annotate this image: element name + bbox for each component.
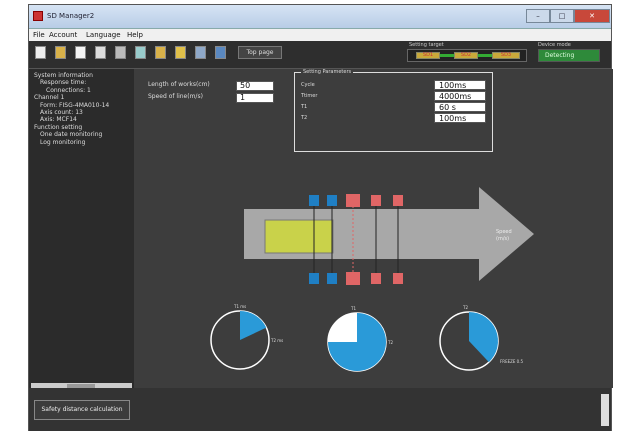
monitor-icon[interactable] xyxy=(135,46,146,59)
bookmark-icon[interactable] xyxy=(175,46,186,59)
pie-slice xyxy=(469,312,498,363)
tree-item[interactable]: System information xyxy=(34,72,93,79)
device-mode-indicator: Detecting xyxy=(538,49,600,62)
menu-language[interactable]: Language xyxy=(86,31,121,39)
right-scrollbar[interactable] xyxy=(601,394,609,426)
pie-label-top: T1 ms xyxy=(233,304,246,309)
level-divider xyxy=(478,54,492,57)
sensor-blue-top[interactable] xyxy=(327,195,337,206)
top-page-button[interactable]: Top page xyxy=(238,46,282,59)
grid-icon[interactable] xyxy=(115,46,126,59)
close-button[interactable]: ✕ xyxy=(574,9,610,23)
pie-slice xyxy=(240,311,267,340)
tree-item[interactable]: Axis: MCF14 xyxy=(40,116,77,123)
tree-item[interactable]: Axis count: 13 xyxy=(40,109,83,116)
menu-account[interactable]: Account xyxy=(49,31,77,39)
arrow-label-2: (m/s) xyxy=(496,236,509,242)
pie-chart-2: T1 T2 xyxy=(327,306,393,372)
pie-label-right: T2 xyxy=(387,340,393,345)
save-icon[interactable] xyxy=(75,46,86,59)
sensor-red-top[interactable] xyxy=(371,195,381,206)
sensor-blue-bottom[interactable] xyxy=(309,273,319,284)
menu-file[interactable]: File xyxy=(33,31,45,39)
pie-label-right: T2 ms xyxy=(270,338,283,343)
export-icon[interactable] xyxy=(215,46,226,59)
minimize-button[interactable]: – xyxy=(526,9,550,23)
chart-icon[interactable] xyxy=(155,46,166,59)
level-sd2[interactable]: SD2 xyxy=(454,52,478,59)
sensor-red-bottom[interactable] xyxy=(346,272,360,285)
sensor-red-bottom[interactable] xyxy=(371,273,381,284)
tree-item[interactable]: Function setting xyxy=(34,124,82,131)
tree-item[interactable]: Log monitoring xyxy=(40,139,85,146)
title-bar: SD Manager2 – □ ✕ xyxy=(29,5,611,29)
sensor-blue-bottom[interactable] xyxy=(327,273,337,284)
pie-label-top: T2 xyxy=(462,305,468,310)
menu-help[interactable]: Help xyxy=(127,31,143,39)
device-mode-label: Device mode xyxy=(538,42,571,48)
level-sd3[interactable]: SD3 xyxy=(492,52,520,59)
diagram-canvas: Speed (m/s) T1 ms T2 ms T1 T2 T2FREEZE 0.5 xyxy=(210,187,534,372)
toolbar: Top page Setting target SD1 SD2 SD3 Devi… xyxy=(29,41,611,69)
db-icon[interactable] xyxy=(55,46,66,59)
pie-label-top: T1 xyxy=(350,306,356,311)
tree-item[interactable]: Channel 1 xyxy=(34,94,64,101)
sensor-red-bottom[interactable] xyxy=(393,273,403,284)
sensor-red-top[interactable] xyxy=(393,195,403,206)
level-divider xyxy=(440,54,454,57)
window-title: SD Manager2 xyxy=(47,12,95,20)
setting-target-bar: SD1 SD2 SD3 xyxy=(407,49,527,62)
setting-target-label: Setting target xyxy=(409,42,444,48)
app-window: SD Manager2 – □ ✕ File Account Language … xyxy=(28,4,613,431)
pie-chart-3: T2 FREEZE 0.5 xyxy=(439,305,523,371)
work-block xyxy=(264,219,334,254)
tree-item[interactable]: Response time: xyxy=(40,79,86,86)
pie-chart-1: T1 ms T2 ms xyxy=(210,304,283,370)
sensor-icon[interactable] xyxy=(195,46,206,59)
doc-icon[interactable] xyxy=(35,46,46,59)
sidebar-tree: System information Response time: Connecti… xyxy=(29,69,134,389)
list-icon[interactable] xyxy=(95,46,106,59)
tree-item[interactable]: One date monitoring xyxy=(40,131,102,138)
sensor-red-top[interactable] xyxy=(346,194,360,207)
level-sd1[interactable]: SD1 xyxy=(416,52,440,59)
app-icon xyxy=(33,11,43,21)
main-panel: Length of works(cm) 50 Speed of line(m/s… xyxy=(134,69,613,388)
tree-item[interactable]: Connections: 1 xyxy=(46,87,91,94)
menu-bar: File Account Language Help xyxy=(29,29,611,41)
tree-item[interactable]: Form: FISG-4MA010-14 xyxy=(40,102,109,109)
arrow-label-1: Speed xyxy=(496,229,512,235)
sensor-blue-top[interactable] xyxy=(309,195,319,206)
bottom-bar: Safety distance calculation xyxy=(29,388,611,431)
safety-distance-button[interactable]: Safety distance calculation xyxy=(34,400,130,420)
pie-label-right: FREEZE 0.5 xyxy=(500,359,523,364)
maximize-button[interactable]: □ xyxy=(550,9,574,23)
